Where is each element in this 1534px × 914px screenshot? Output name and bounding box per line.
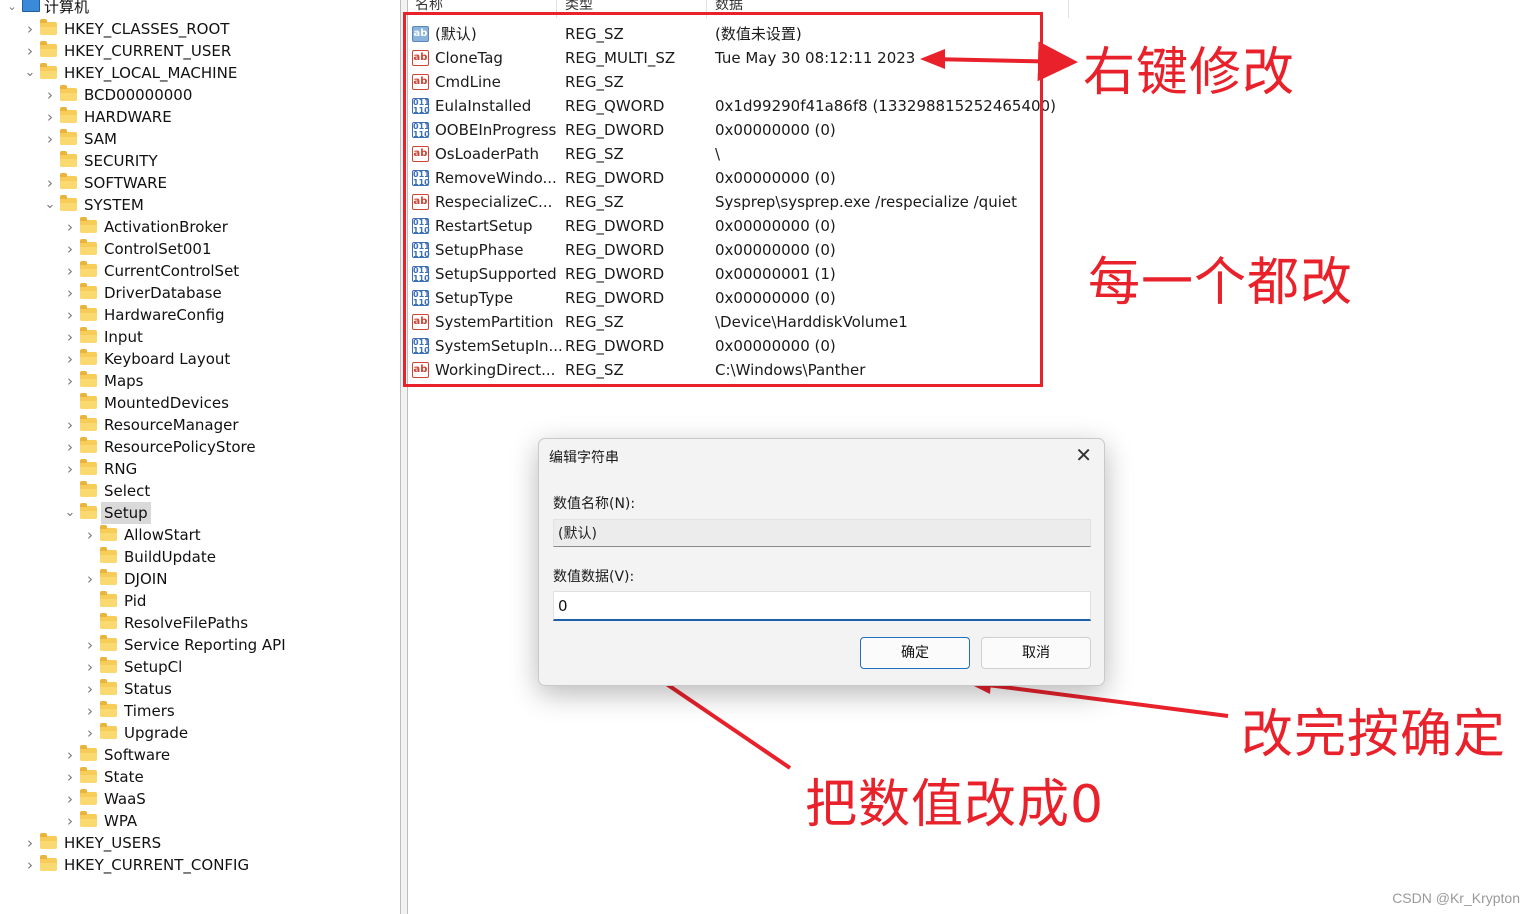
arrowhead-clonetag — [920, 49, 945, 69]
annotation-press-ok: 改完按确定 — [1241, 705, 1507, 765]
value-data-input[interactable] — [553, 591, 1091, 621]
ok-button[interactable]: 确定 — [860, 637, 970, 669]
annotation-set-zero: 把数值改成0 — [805, 775, 1105, 835]
annotation-right-click: 右键修改 — [1083, 43, 1296, 103]
dialog-title: 编辑字符串 — [549, 450, 619, 466]
cancel-button[interactable]: 取消 — [981, 637, 1091, 669]
watermark: CSDN @Kr_Krypton — [1392, 890, 1520, 906]
value-name-label: 数值名称(N): — [553, 496, 636, 512]
close-icon[interactable]: ✕ — [1075, 443, 1092, 467]
arrow-to-ok-button — [979, 682, 1229, 718]
value-data-label: 数值数据(V): — [553, 569, 635, 585]
edit-string-dialog: 编辑字符串 ✕ 数值名称(N): (默认) 数值数据(V): 确定 取消 — [538, 438, 1105, 686]
arrow-to-clonetag — [929, 41, 1078, 82]
annotation-change-all: 每一个都改 — [1088, 253, 1354, 313]
value-name-field: (默认) — [553, 519, 1091, 547]
